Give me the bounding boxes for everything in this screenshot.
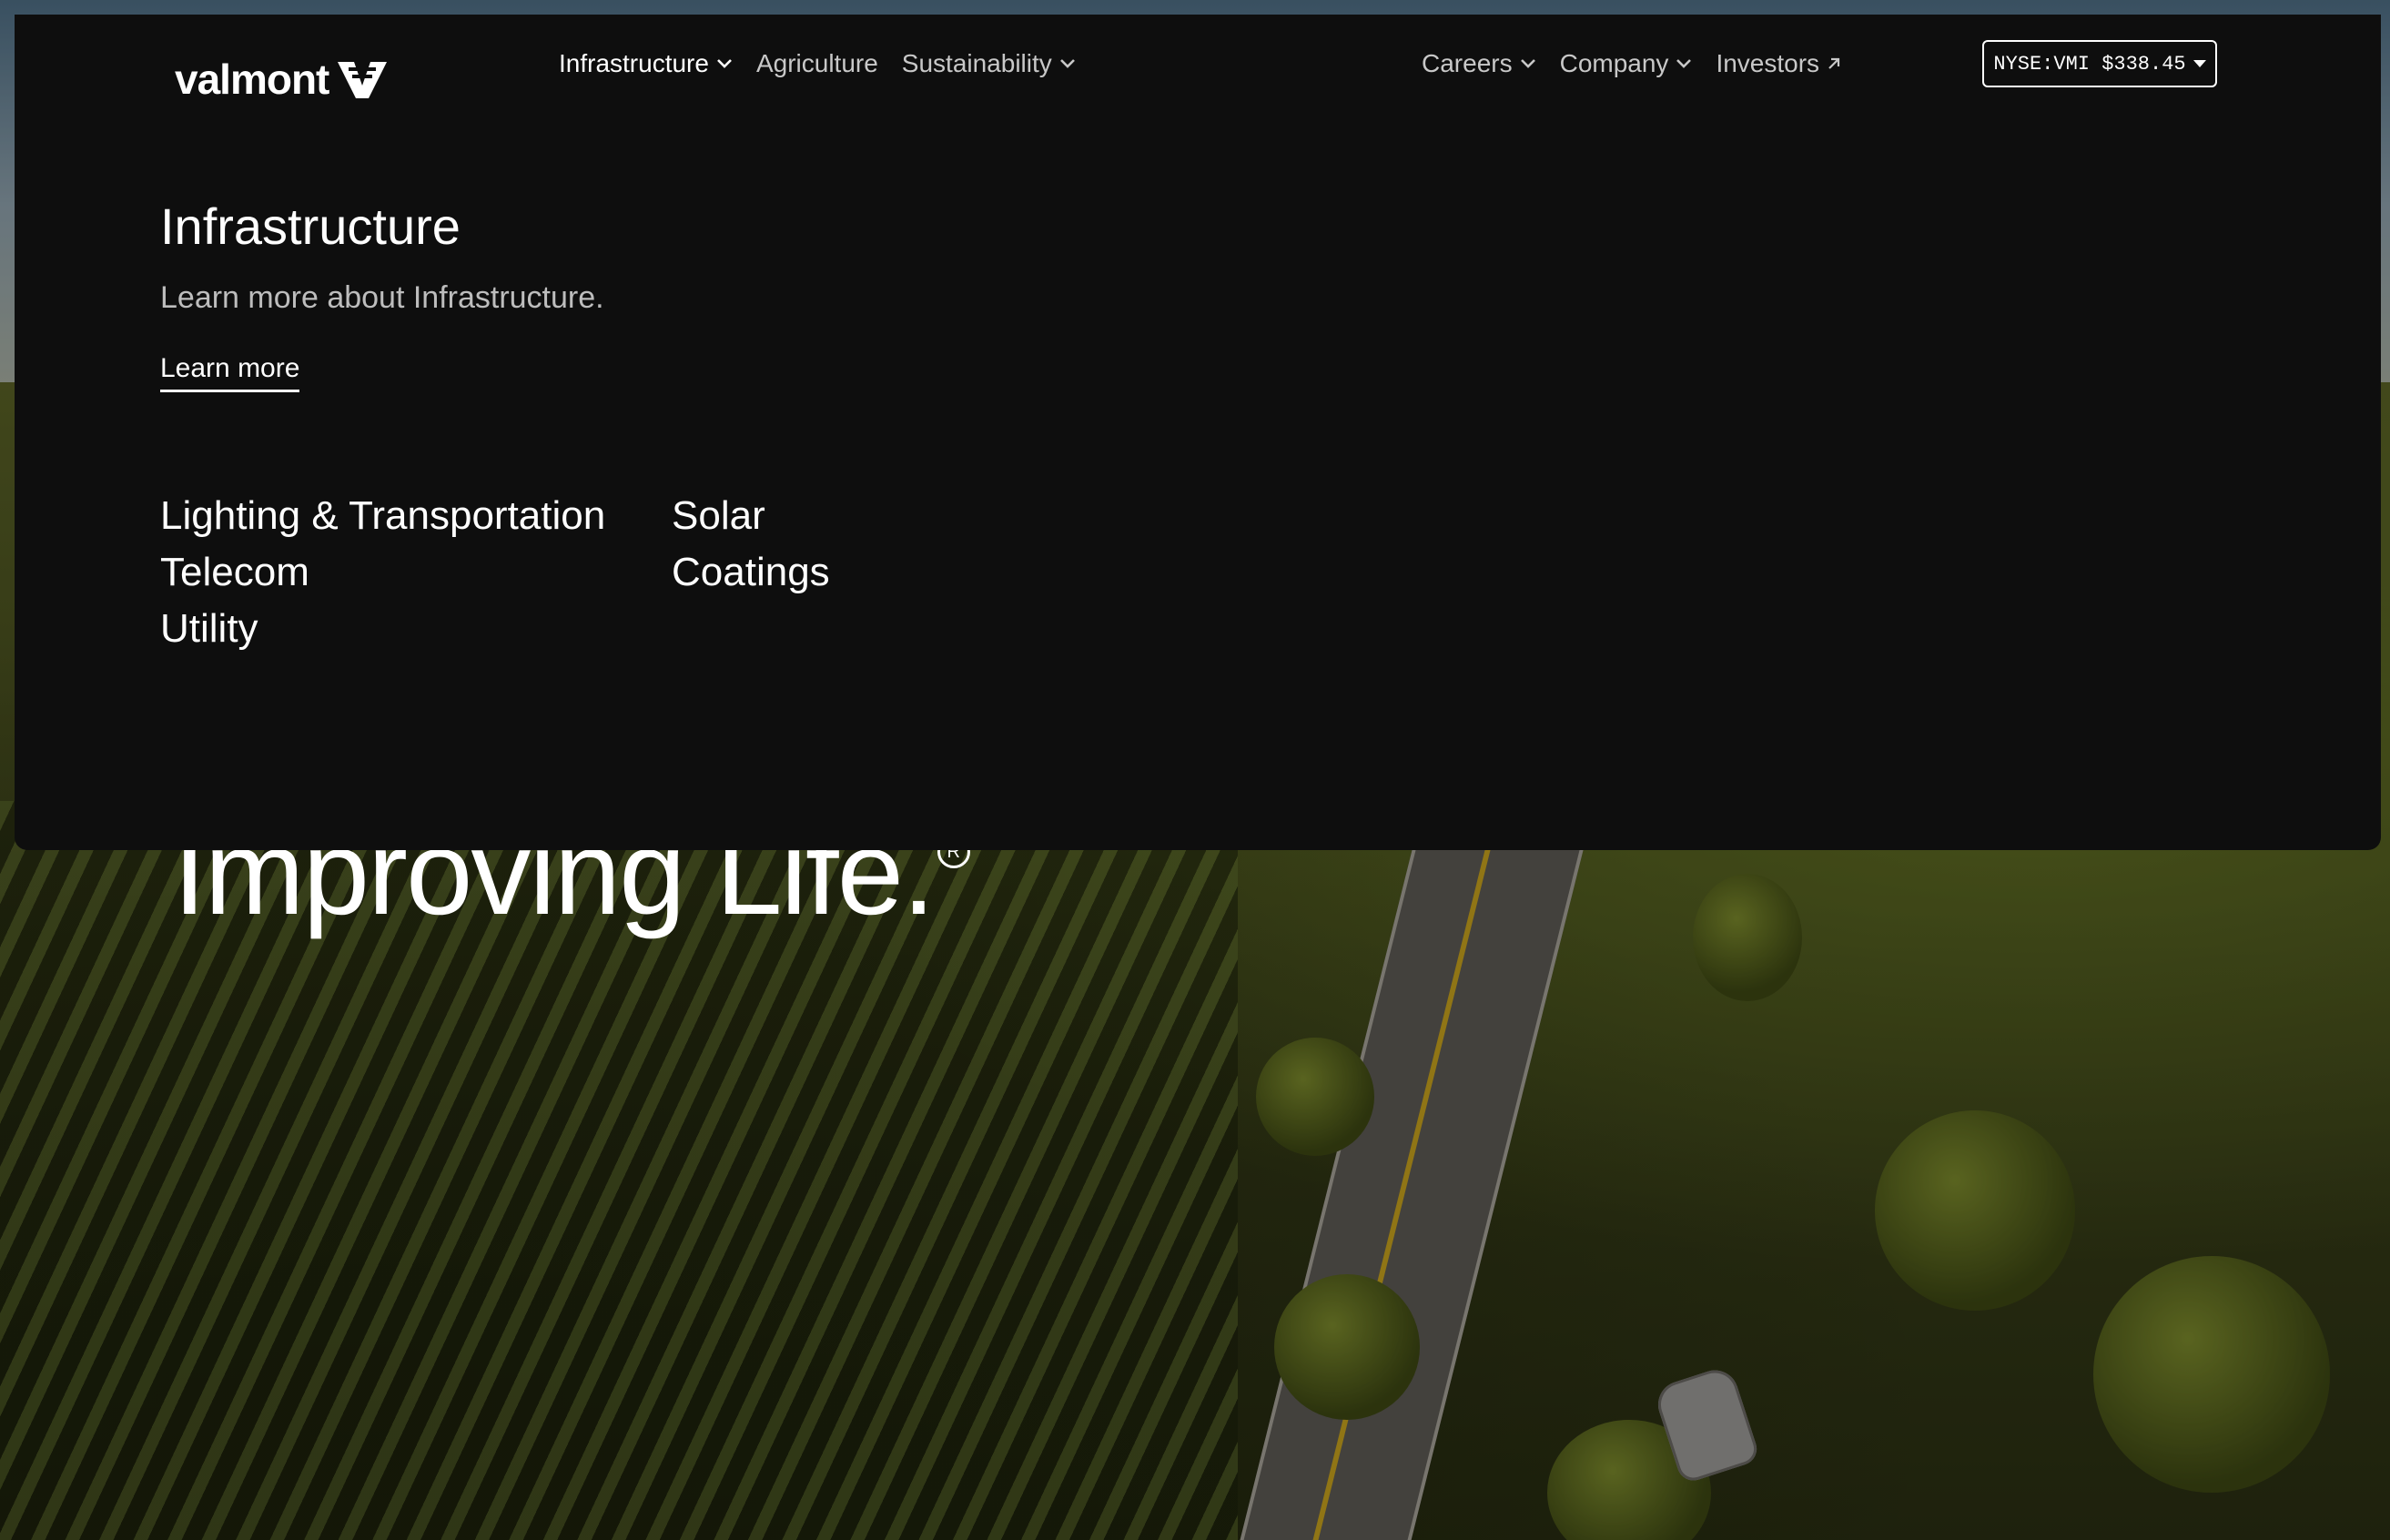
mega-menu-links-col2: Solar Coatings [672, 488, 830, 601]
nav-infrastructure-label: Infrastructure [559, 49, 709, 77]
menu-link-solar[interactable]: Solar [672, 488, 830, 544]
chevron-down-icon [1520, 59, 1535, 68]
site-header: valmont Infrastructure Agriculture Susta… [15, 15, 2381, 115]
chevron-down-icon [1676, 59, 1692, 68]
valmont-v-mark-icon [338, 62, 388, 98]
stock-ticker-button[interactable]: NYSE:VMI $338.45 [1982, 40, 2217, 87]
chevron-down-icon [717, 59, 732, 68]
nav-careers-label: Careers [1422, 49, 1513, 77]
menu-link-coatings[interactable]: Coatings [672, 544, 830, 601]
chevron-down-icon [1059, 59, 1075, 68]
nav-sustainability[interactable]: Sustainability [902, 49, 1076, 78]
menu-link-lighting-transportation[interactable]: Lighting & Transportation [160, 488, 605, 544]
caret-down-icon [2193, 60, 2206, 67]
menu-link-utility[interactable]: Utility [160, 601, 605, 657]
stock-ticker-label: NYSE:VMI $338.45 [1993, 52, 2186, 76]
secondary-nav: Careers Company Investors [1422, 49, 1865, 78]
mega-menu-links-col1: Lighting & Transportation Telecom Utilit… [160, 488, 605, 657]
menu-link-telecom[interactable]: Telecom [160, 544, 605, 601]
mega-menu-panel: valmont Infrastructure Agriculture Susta… [15, 15, 2381, 850]
nav-careers[interactable]: Careers [1422, 49, 1536, 78]
primary-nav: Infrastructure Agriculture Sustainabilit… [559, 49, 1099, 78]
mega-menu-title: Infrastructure [160, 198, 461, 255]
nav-agriculture-label: Agriculture [755, 49, 878, 77]
logo-wordmark: valmont [175, 56, 329, 103]
mega-menu-description: Learn more about Infrastructure. [160, 280, 604, 315]
learn-more-link[interactable]: Learn more [160, 353, 300, 392]
external-arrow-icon [1828, 57, 1840, 69]
nav-agriculture[interactable]: Agriculture [756, 49, 878, 78]
nav-sustainability-label: Sustainability [901, 49, 1052, 77]
nav-investors-label: Investors [1716, 49, 1820, 77]
nav-company-label: Company [1559, 49, 1669, 77]
nav-company[interactable]: Company [1560, 49, 1693, 78]
nav-investors[interactable]: Investors [1716, 49, 1841, 78]
valmont-logo[interactable]: valmont [175, 55, 389, 104]
nav-infrastructure[interactable]: Infrastructure [559, 49, 733, 78]
